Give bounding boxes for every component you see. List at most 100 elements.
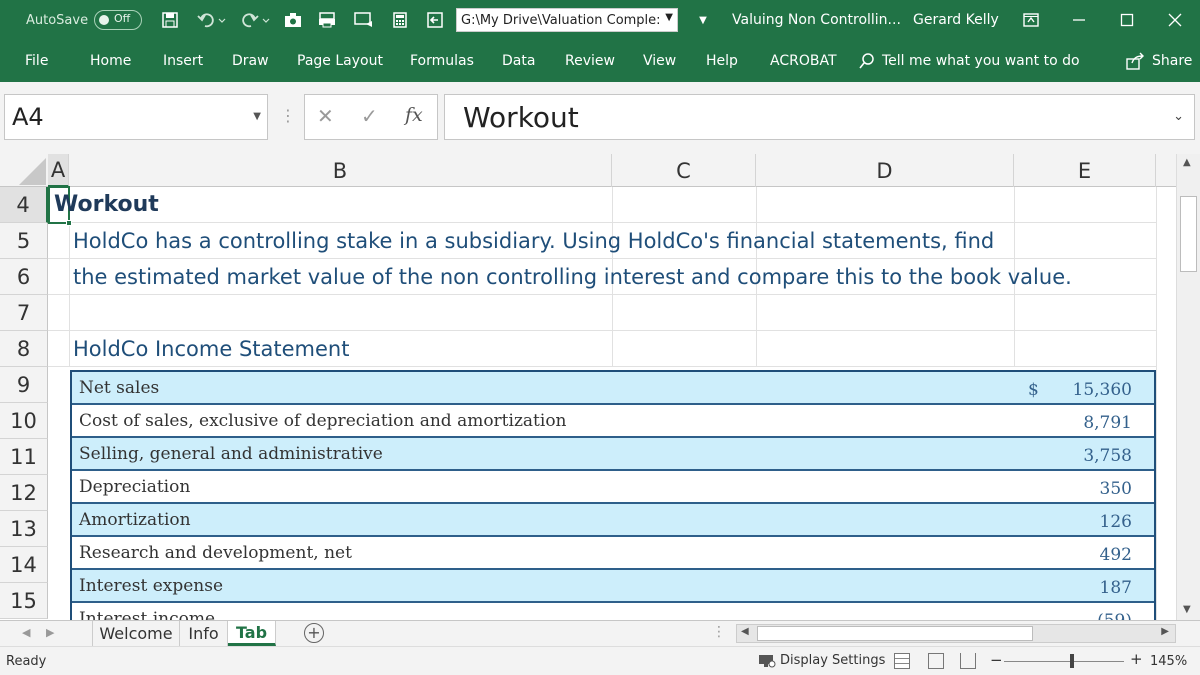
insert-function-icon[interactable]: fx xyxy=(405,104,423,126)
column-header-a[interactable]: A xyxy=(48,154,69,187)
scroll-left-icon[interactable]: ◀ xyxy=(741,626,749,637)
name-box[interactable]: A4 ▼ xyxy=(4,94,268,140)
lightbulb-icon xyxy=(859,53,874,69)
zoom-slider[interactable] xyxy=(1004,654,1124,668)
calculator-icon[interactable] xyxy=(390,0,410,40)
tab-file[interactable]: File xyxy=(25,40,48,82)
cancel-icon[interactable]: ✕ xyxy=(317,104,334,128)
column-header-d[interactable]: D xyxy=(756,154,1014,187)
horizontal-scrollbar[interactable]: ◀ ▶ xyxy=(736,624,1176,643)
formula-buttons: ✕ ✓ fx xyxy=(304,94,438,140)
row-header-11[interactable]: 11 xyxy=(0,439,48,475)
autosave-toggle[interactable]: Off xyxy=(94,10,142,30)
customize-toolbar-icon[interactable]: ▼ xyxy=(696,0,710,40)
tab-review[interactable]: Review xyxy=(565,40,615,82)
minimize-icon[interactable] xyxy=(1066,0,1092,40)
line-item-value: (59) xyxy=(1097,611,1132,620)
column-header-e[interactable]: E xyxy=(1014,154,1156,187)
row-header-12[interactable]: 12 xyxy=(0,475,48,511)
undo-icon[interactable] xyxy=(194,0,230,40)
formula-input[interactable]: Workout ⌄ xyxy=(444,94,1195,140)
sheet-tab-welcome[interactable]: Welcome xyxy=(92,621,180,646)
column-header-b[interactable]: B xyxy=(69,154,612,187)
row-header-8[interactable]: 8 xyxy=(0,331,48,367)
row-header-7[interactable]: 7 xyxy=(0,295,48,331)
row-header-13[interactable]: 13 xyxy=(0,511,48,547)
table-row[interactable]: Interest expense 187 xyxy=(72,570,1154,603)
worksheet-grid[interactable]: A B C D E 4 5 6 7 8 9 10 11 12 13 14 15 … xyxy=(0,154,1176,620)
zoom-in-icon[interactable]: + xyxy=(1130,650,1143,668)
row-header-9[interactable]: 9 xyxy=(0,367,48,403)
zoom-level[interactable]: 145% xyxy=(1150,654,1187,669)
row-header-14[interactable]: 14 xyxy=(0,547,48,583)
sheet-tab-tab[interactable]: Tab xyxy=(228,621,276,646)
scrollbar-thumb[interactable] xyxy=(757,626,1033,641)
next-sheet-icon[interactable]: ▶ xyxy=(46,626,54,639)
table-row[interactable]: Net sales $ 15,360 xyxy=(72,372,1154,405)
display-settings-button[interactable]: Display Settings xyxy=(758,653,885,668)
vertical-scrollbar[interactable]: ▲ ▼ xyxy=(1176,154,1200,620)
line-item-label: Research and development, net xyxy=(79,543,352,563)
expand-formula-icon[interactable]: ⌄ xyxy=(1173,109,1184,124)
tell-me-text: Tell me what you want to do xyxy=(882,53,1080,69)
print-preview-icon[interactable] xyxy=(316,0,338,40)
resize-handle-icon[interactable]: ⋮ xyxy=(280,106,296,125)
line-item-value: 15,360 xyxy=(1072,380,1132,400)
file-path-box[interactable]: G:\My Drive\Valuation Comple: ▼ xyxy=(456,8,678,32)
tell-me-box[interactable]: Tell me what you want to do xyxy=(858,40,1080,82)
table-row[interactable]: Selling, general and administrative 3,75… xyxy=(72,438,1154,471)
save-icon[interactable] xyxy=(158,0,182,40)
row-header-10[interactable]: 10 xyxy=(0,403,48,439)
share-button[interactable]: Share xyxy=(1126,40,1192,82)
tab-data[interactable]: Data xyxy=(502,40,535,82)
scroll-down-icon[interactable]: ▼ xyxy=(1183,604,1191,615)
user-name[interactable]: Gerard Kelly xyxy=(913,0,1013,40)
camera-icon[interactable] xyxy=(282,0,304,40)
redo-icon[interactable] xyxy=(238,0,274,40)
row-header-4[interactable]: 4 xyxy=(0,187,48,223)
tab-split-handle-icon[interactable]: ⋮ xyxy=(712,624,726,640)
maximize-icon[interactable] xyxy=(1114,0,1140,40)
tab-help[interactable]: Help xyxy=(706,40,738,82)
row-header-15[interactable]: 15 xyxy=(0,583,48,619)
table-row[interactable]: Amortization 126 xyxy=(72,504,1154,537)
sheet-heading: Workout xyxy=(54,192,159,217)
exit-icon[interactable] xyxy=(424,0,446,40)
tab-draw[interactable]: Draw xyxy=(232,40,269,82)
scrollbar-thumb[interactable] xyxy=(1180,196,1197,272)
column-headers: A B C D E xyxy=(0,154,1176,187)
column-header-c[interactable]: C xyxy=(612,154,756,187)
table-row[interactable]: Research and development, net 492 xyxy=(72,537,1154,570)
ribbon-display-icon[interactable] xyxy=(1020,0,1042,40)
comment-icon[interactable] xyxy=(352,0,376,40)
tab-formulas[interactable]: Formulas xyxy=(410,40,474,82)
tab-home[interactable]: Home xyxy=(90,40,131,82)
zoom-slider-thumb[interactable] xyxy=(1070,654,1074,668)
close-icon[interactable] xyxy=(1162,0,1188,40)
page-break-view-icon[interactable] xyxy=(960,653,976,669)
line-item-value: 492 xyxy=(1099,545,1132,565)
tab-page-layout[interactable]: Page Layout xyxy=(297,40,383,82)
table-row[interactable]: Interest income (59) xyxy=(72,603,1154,620)
enter-icon[interactable]: ✓ xyxy=(361,104,378,128)
sheet-tab-info[interactable]: Info xyxy=(180,621,228,646)
tab-insert[interactable]: Insert xyxy=(163,40,203,82)
row-header-6[interactable]: 6 xyxy=(0,259,48,295)
table-row[interactable]: Depreciation 350 xyxy=(72,471,1154,504)
row-header-5[interactable]: 5 xyxy=(0,223,48,259)
normal-view-icon[interactable] xyxy=(894,653,910,669)
tab-view[interactable]: View xyxy=(643,40,676,82)
fill-handle[interactable] xyxy=(66,220,72,226)
line-item-label: Interest expense xyxy=(79,576,224,596)
page-layout-view-icon[interactable] xyxy=(928,653,944,669)
scroll-up-icon[interactable]: ▲ xyxy=(1183,157,1191,168)
add-sheet-icon[interactable]: + xyxy=(304,623,324,643)
autosave-label: AutoSave xyxy=(26,12,89,28)
table-row[interactable]: Cost of sales, exclusive of depreciation… xyxy=(72,405,1154,438)
tab-acrobat[interactable]: ACROBAT xyxy=(770,40,837,82)
prev-sheet-icon[interactable]: ◀ xyxy=(22,626,30,639)
select-all-corner[interactable] xyxy=(0,154,48,187)
chevron-down-icon[interactable]: ▼ xyxy=(253,111,261,122)
zoom-out-icon[interactable]: − xyxy=(990,651,1003,669)
scroll-right-icon[interactable]: ▶ xyxy=(1161,626,1169,637)
